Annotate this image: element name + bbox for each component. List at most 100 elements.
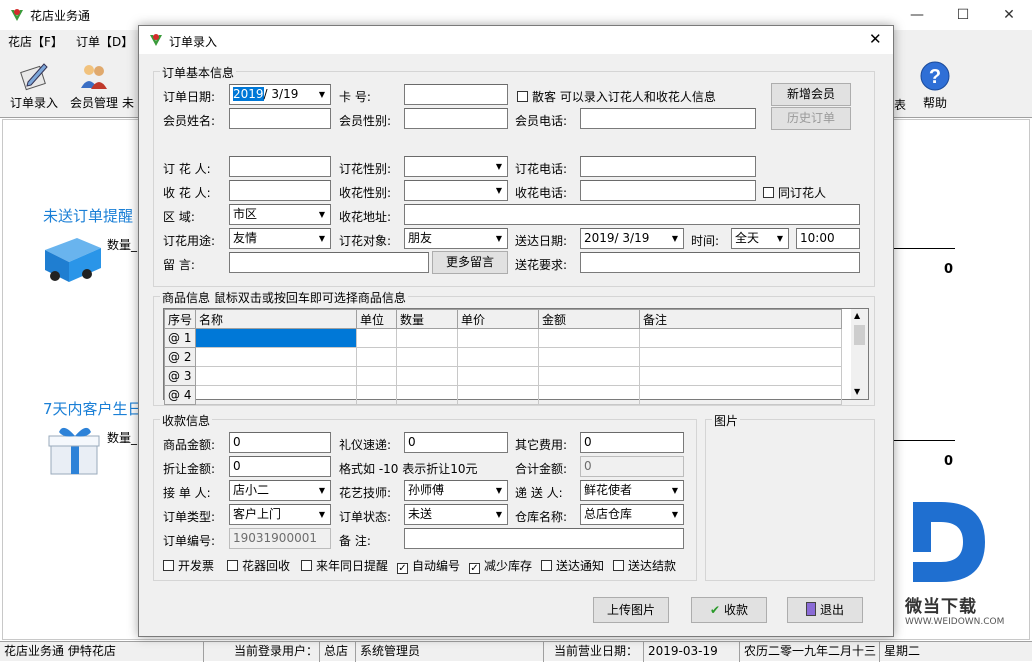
- courier-input[interactable]: 0: [404, 432, 508, 453]
- col-header[interactable]: 名称: [195, 309, 357, 329]
- col-header[interactable]: 单价: [457, 309, 539, 329]
- target-select[interactable]: 朋友 ▼: [404, 228, 508, 249]
- vase-return-checkbox[interactable]: 花器回收: [227, 557, 290, 574]
- orderer-gender-select[interactable]: ▼: [404, 156, 508, 177]
- invoice-checkbox[interactable]: 开发票: [163, 557, 214, 574]
- row-header[interactable]: @ 4: [164, 385, 196, 405]
- more-message-button[interactable]: 更多留言: [432, 251, 508, 274]
- table-cell[interactable]: [195, 328, 357, 348]
- col-header[interactable]: 备注: [639, 309, 842, 329]
- table-cell[interactable]: [195, 385, 357, 405]
- table-cell[interactable]: [396, 347, 458, 367]
- menu-order[interactable]: 订单【D】: [76, 33, 133, 50]
- remark-input[interactable]: [404, 528, 684, 549]
- toolbar-member[interactable]: 会员管理: [66, 60, 122, 111]
- other-fee-input[interactable]: 0: [580, 432, 684, 453]
- goods-grid[interactable]: 序号 名称 单位 数量 单价 金额 备注 @ 1 @ 2 @ 3 @ 4 ▲ ▼: [163, 308, 869, 405]
- table-cell[interactable]: [639, 366, 842, 386]
- new-member-button[interactable]: 新增会员: [771, 83, 851, 106]
- table-cell[interactable]: [396, 385, 458, 405]
- member-phone-input[interactable]: [580, 108, 756, 129]
- row-header[interactable]: @ 2: [164, 347, 196, 367]
- member-gender-input[interactable]: [404, 108, 508, 129]
- pending-orders-link[interactable]: 未送订单提醒: [43, 205, 133, 226]
- history-orders-button[interactable]: 历史订单: [771, 107, 851, 130]
- col-header[interactable]: 数量: [396, 309, 458, 329]
- exit-button[interactable]: 退出: [787, 597, 863, 623]
- florist-select[interactable]: 孙师傅 ▼: [404, 480, 508, 501]
- deliverer-select[interactable]: 鲜花使者 ▼: [580, 480, 684, 501]
- table-cell[interactable]: [538, 385, 640, 405]
- upload-picture-button[interactable]: 上传图片: [593, 597, 669, 623]
- scroll-down-icon[interactable]: ▼: [854, 387, 860, 396]
- same-as-orderer-checkbox[interactable]: 同订花人: [763, 184, 826, 201]
- orderer-input[interactable]: [229, 156, 331, 177]
- order-type-select[interactable]: 客户上门 ▼: [229, 504, 331, 525]
- table-cell[interactable]: [396, 328, 458, 348]
- order-taker-select[interactable]: 店小二 ▼: [229, 480, 331, 501]
- scroll-up-icon[interactable]: ▲: [854, 311, 860, 320]
- table-cell[interactable]: [457, 347, 539, 367]
- table-cell[interactable]: [356, 347, 397, 367]
- table-cell[interactable]: [639, 385, 842, 405]
- delivery-req-input[interactable]: [580, 252, 860, 273]
- toolbar-help[interactable]: ? 帮助: [907, 60, 963, 111]
- delivery-notice-checkbox[interactable]: 送达通知: [541, 557, 604, 574]
- grid-scrollbar[interactable]: ▲ ▼: [851, 309, 868, 399]
- member-name-input[interactable]: [229, 108, 331, 129]
- deliver-date-picker[interactable]: 2019/ 3/19 ▼: [580, 228, 684, 249]
- discount-input[interactable]: 0: [229, 456, 331, 477]
- table-cell[interactable]: [457, 385, 539, 405]
- table-cell[interactable]: [396, 366, 458, 386]
- col-header[interactable]: 单位: [356, 309, 397, 329]
- goods-amount-input[interactable]: 0: [229, 432, 331, 453]
- row-header[interactable]: @ 1: [164, 328, 196, 348]
- close-button[interactable]: ✕: [986, 0, 1032, 30]
- col-header[interactable]: 序号: [164, 309, 196, 329]
- address-input[interactable]: [404, 204, 860, 225]
- birthday-link[interactable]: 7天内客户生日: [43, 398, 143, 419]
- menu-store[interactable]: 花店【F】: [8, 33, 63, 50]
- delivery-settle-checkbox[interactable]: 送达结款: [613, 557, 676, 574]
- minimize-button[interactable]: —: [894, 0, 940, 30]
- receiver-phone-input[interactable]: [580, 180, 756, 201]
- target-label: 订花对象:: [339, 234, 392, 248]
- receiver-gender-select[interactable]: ▼: [404, 180, 508, 201]
- warehouse-select[interactable]: 总店仓库 ▼: [580, 504, 684, 525]
- table-cell[interactable]: [195, 366, 357, 386]
- purpose-select[interactable]: 友情 ▼: [229, 228, 331, 249]
- auto-number-checkbox[interactable]: ✓ 自动编号: [397, 557, 460, 574]
- table-cell[interactable]: [538, 366, 640, 386]
- walkin-checkbox[interactable]: 散客 可以录入订花人和收花人信息: [517, 88, 716, 105]
- table-cell[interactable]: [195, 347, 357, 367]
- dialog-close-button[interactable]: ✕: [869, 30, 882, 48]
- table-cell[interactable]: [356, 328, 397, 348]
- table-cell[interactable]: [356, 366, 397, 386]
- toolbar-order-entry[interactable]: 订单录入: [6, 60, 62, 111]
- collect-payment-button[interactable]: ✔ 收款: [691, 597, 767, 623]
- order-date-picker[interactable]: 2019/ 3/19 ▼: [229, 84, 331, 105]
- table-cell[interactable]: [639, 328, 842, 348]
- table-cell[interactable]: [538, 328, 640, 348]
- col-header[interactable]: 金额: [538, 309, 640, 329]
- maximize-button[interactable]: ☐: [940, 0, 986, 30]
- receiver-input[interactable]: [229, 180, 331, 201]
- table-cell[interactable]: [639, 347, 842, 367]
- row-header[interactable]: @ 3: [164, 366, 196, 386]
- table-cell[interactable]: [356, 385, 397, 405]
- card-input[interactable]: [404, 84, 508, 105]
- table-cell[interactable]: [538, 347, 640, 367]
- next-year-reminder-checkbox[interactable]: 来年同日提醒: [301, 557, 388, 574]
- time-exact-input[interactable]: 10:00: [796, 228, 860, 249]
- message-input[interactable]: [229, 252, 429, 273]
- scroll-thumb[interactable]: [854, 325, 865, 345]
- reduce-stock-checkbox[interactable]: ✓ 减少库存: [469, 557, 532, 574]
- orderer-phone-input[interactable]: [580, 156, 756, 177]
- table-cell[interactable]: [457, 366, 539, 386]
- area-select[interactable]: 市区 ▼: [229, 204, 331, 225]
- pending-count-value: 0: [944, 262, 954, 277]
- order-status-select[interactable]: 未送 ▼: [404, 504, 508, 525]
- table-cell[interactable]: [457, 328, 539, 348]
- checkbox-icon: [517, 91, 528, 102]
- time-select[interactable]: 全天 ▼: [731, 228, 789, 249]
